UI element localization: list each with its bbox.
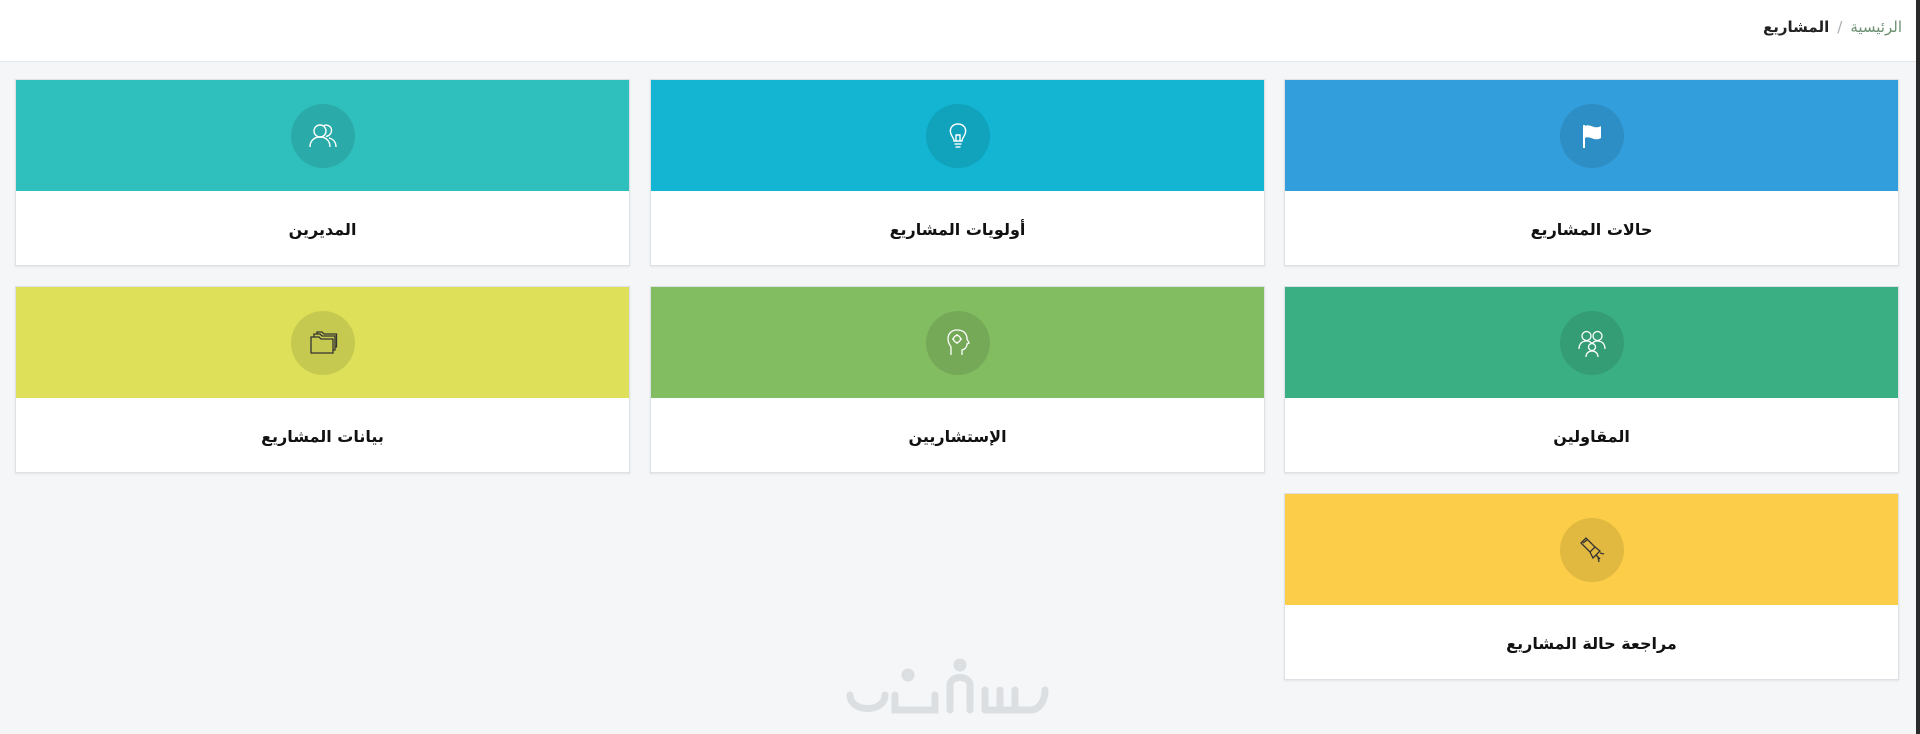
icon-circle xyxy=(1559,311,1624,375)
contractors-icon xyxy=(1577,330,1606,358)
breadcrumb: الرئيسية / المشاريع xyxy=(1763,18,1902,36)
card-project-statuses[interactable]: حالات المشاريع xyxy=(1284,79,1899,266)
card-label: بيانات المشاريع xyxy=(261,426,384,446)
icon-circle xyxy=(290,104,355,168)
consultant-head-icon xyxy=(946,329,970,355)
card-header xyxy=(1285,287,1898,398)
icon-circle xyxy=(1559,104,1624,168)
icon-circle xyxy=(925,104,990,168)
icon-circle xyxy=(1559,518,1624,582)
users-icon xyxy=(308,124,337,148)
card-header xyxy=(16,80,629,191)
breadcrumb-current: المشاريع xyxy=(1763,18,1830,36)
card-label: المديرين xyxy=(288,219,357,239)
lightbulb-icon xyxy=(949,123,966,148)
icon-circle xyxy=(925,311,990,375)
card-label: الإستشاريين xyxy=(908,426,1007,446)
card-project-status-review[interactable]: مراجعة حالة المشاريع xyxy=(1284,493,1899,680)
top-header: الرئيسية / المشاريع xyxy=(0,0,1920,62)
breadcrumb-home-link[interactable]: الرئيسية xyxy=(1850,18,1902,36)
card-contractors[interactable]: المقاولين xyxy=(1284,286,1899,473)
icon-circle xyxy=(290,311,355,375)
card-managers[interactable]: المديرين xyxy=(15,79,630,266)
card-header xyxy=(1285,80,1898,191)
card-label: مراجعة حالة المشاريع xyxy=(1506,633,1677,653)
folders-icon xyxy=(309,331,337,354)
card-label: المقاولين xyxy=(1553,426,1630,446)
window-scrollbar[interactable] xyxy=(1916,0,1920,734)
card-consultants[interactable]: الإستشاريين xyxy=(650,286,1265,473)
card-header xyxy=(16,287,629,398)
card-header xyxy=(651,80,1264,191)
card-header xyxy=(651,287,1264,398)
breadcrumb-separator: / xyxy=(1837,18,1843,36)
card-header xyxy=(1285,494,1898,605)
card-label: حالات المشاريع xyxy=(1530,219,1653,239)
card-project-priorities[interactable]: أولويات المشاريع xyxy=(650,79,1265,266)
flashlight-icon xyxy=(1579,537,1604,563)
card-project-data[interactable]: بيانات المشاريع xyxy=(15,286,630,473)
card-label: أولويات المشاريع xyxy=(889,219,1026,239)
watermark-logo xyxy=(846,658,1049,714)
flag-icon xyxy=(1582,125,1601,148)
